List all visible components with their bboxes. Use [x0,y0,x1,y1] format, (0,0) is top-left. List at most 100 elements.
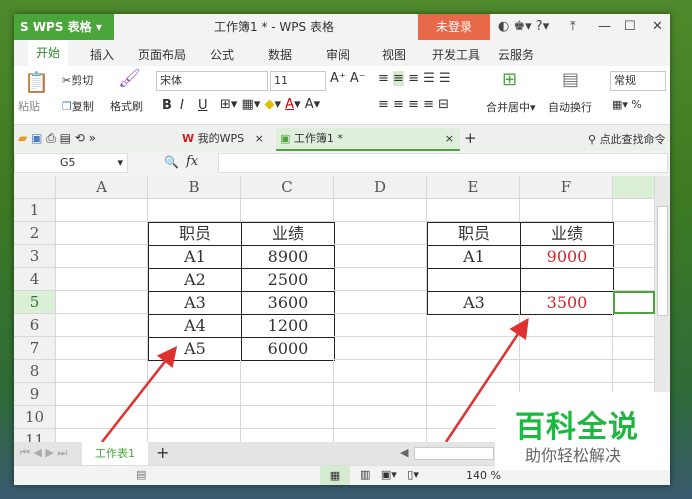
row-header-6[interactable]: 6 [14,314,56,337]
cell-A10[interactable] [56,406,148,429]
cell-E2[interactable]: 职员 [427,222,521,246]
scroll-thumb[interactable] [657,206,668,316]
tab-5[interactable]: 审阅 [326,46,350,63]
cell-C3[interactable]: 8900 [241,245,335,269]
horizontal-scrollbar[interactable] [414,447,494,460]
sheet-tab-active[interactable]: 工作表1 [82,442,148,465]
sheet-nav-icons[interactable]: ⏮ ◀ ▶ ⏭ [20,446,67,460]
paste-icon[interactable]: 📋 [24,70,49,94]
cell-B9[interactable] [148,383,241,406]
zoom-formula-icon[interactable]: 🔍 [164,155,179,169]
cut-button[interactable]: ✂剪切 [62,72,93,88]
cell-B7[interactable]: A5 [148,337,242,361]
add-sheet-button[interactable]: + [156,443,169,462]
cell-G1[interactable] [613,199,655,222]
row-header-9[interactable]: 9 [14,383,56,406]
cell-C10[interactable] [241,406,334,429]
cell-E4[interactable] [427,268,521,292]
cell-A3[interactable] [56,245,148,268]
cell-C7[interactable]: 6000 [241,337,335,361]
close-button[interactable]: ✕ [652,14,663,40]
cell-C2[interactable]: 业绩 [241,222,335,246]
tab-4[interactable]: 数据 [268,46,292,63]
cell-E8[interactable] [427,360,520,383]
cell-G3[interactable] [613,245,655,268]
skin-icon[interactable]: ◐ ♚▾ ?▾ [498,14,549,40]
cell-A5[interactable] [56,291,148,314]
underline-button[interactable]: U [198,98,208,113]
cell-A8[interactable] [56,360,148,383]
name-box[interactable]: G5 ▾ [14,153,128,173]
italic-button[interactable]: I [180,98,184,113]
row-header-1[interactable]: 1 [14,199,56,222]
paste-button[interactable]: 粘贴 [18,98,40,114]
cell-C6[interactable]: 1200 [241,314,335,338]
tab-0[interactable]: 开始 [28,40,69,66]
cell-B11[interactable] [148,429,241,442]
new-tab-button[interactable]: + [464,129,477,147]
format-painter-icon[interactable]: 🖌 [118,68,141,89]
tab-6[interactable]: 视图 [382,46,406,63]
cell-B2[interactable]: 职员 [148,222,242,246]
tab-3[interactable]: 公式 [210,46,234,63]
cell-D1[interactable] [334,199,427,222]
maximize-button[interactable]: ☐ [624,14,636,40]
cell-G2[interactable] [613,222,655,245]
cell-B6[interactable]: A4 [148,314,242,338]
cell-G8[interactable] [613,360,655,383]
cell-F7[interactable] [520,337,613,360]
font-grow-shrink-icon[interactable]: A⁺ A⁻ [330,71,366,86]
merge-center-button[interactable]: 合并居中▾ [486,99,536,115]
cell-C5[interactable]: 3600 [241,291,335,315]
normal-view-icon[interactable]: ▦ [320,466,350,485]
restore-icon[interactable]: ⤒ [570,14,576,40]
row-header-10[interactable]: 10 [14,406,56,429]
cell-C11[interactable] [241,429,334,442]
tab-my-wps[interactable]: W 我的WPS × [182,128,264,151]
hscroll-left[interactable]: ◀ [400,446,408,459]
row-header-2[interactable]: 2 [14,222,56,245]
row-header-3[interactable]: 3 [14,245,56,268]
cell-D6[interactable] [334,314,427,337]
cell-B1[interactable] [148,199,241,222]
cell-D10[interactable] [334,406,427,429]
number-format-select[interactable]: 常规 [610,71,666,91]
cell-A4[interactable] [56,268,148,291]
cell-C8[interactable] [241,360,334,383]
cell-D2[interactable] [334,222,427,245]
column-header-A[interactable]: A [56,176,148,199]
cell-F5[interactable]: 3500 [520,291,614,315]
cell-G5[interactable] [613,291,655,314]
row-header-8[interactable]: 8 [14,360,56,383]
row-header-4[interactable]: 4 [14,268,56,291]
cell-A1[interactable] [56,199,148,222]
cell-D4[interactable] [334,268,427,291]
macro-icon[interactable]: ▤ [136,468,146,481]
bold-button[interactable]: B [162,98,172,113]
formula-input[interactable] [218,153,668,173]
tab-8[interactable]: 云服务 [498,46,534,63]
cell-G4[interactable] [613,268,655,291]
wrap-text-button[interactable]: 自动换行 [548,99,592,115]
cell-D7[interactable] [334,337,427,360]
row-header-5[interactable]: 5 [14,291,56,314]
cell-C4[interactable]: 2500 [241,268,335,292]
column-header-D[interactable]: D [334,176,427,199]
font-size-select[interactable]: 11 [270,71,326,91]
wrap-icon[interactable]: ▤ [562,69,579,90]
cell-D9[interactable] [334,383,427,406]
cell-G7[interactable] [613,337,655,360]
search-command[interactable]: ⚲ 点此查找命令 [588,131,666,147]
cell-B10[interactable] [148,406,241,429]
cell-G6[interactable] [613,314,655,337]
cell-E6[interactable] [427,314,520,337]
cell-D5[interactable] [334,291,427,314]
cell-D3[interactable] [334,245,427,268]
cell-A6[interactable] [56,314,148,337]
column-header-F[interactable]: F [520,176,613,199]
page-break-view-icon[interactable]: ▥ ▣▾ ▯▾ [360,468,419,481]
copy-button[interactable]: ❐复制 [62,98,94,114]
cell-C1[interactable] [241,199,334,222]
cell-B4[interactable]: A2 [148,268,242,292]
tab-1[interactable]: 插入 [90,46,114,63]
